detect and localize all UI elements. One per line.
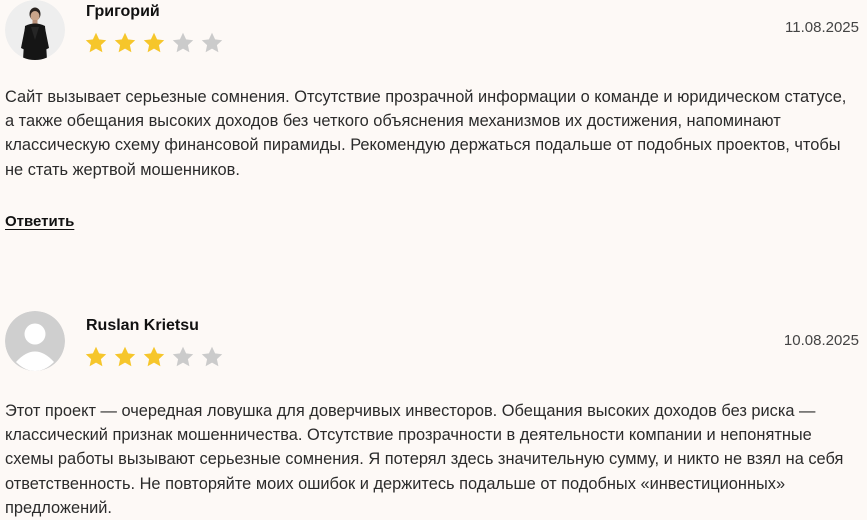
user-avatar <box>5 311 65 371</box>
default-user-icon <box>5 311 65 371</box>
review-date: 10.08.2025 <box>783 332 859 349</box>
rating-stars <box>84 345 224 369</box>
star-filled-icon <box>143 32 165 53</box>
star-filled-icon <box>114 346 136 367</box>
reply-link[interactable]: Ответить <box>5 213 74 230</box>
review-text: Этот проект — очередная ловушка для дове… <box>5 402 844 517</box>
star-filled-icon <box>114 32 136 53</box>
user-photo-icon <box>5 0 65 60</box>
star-filled-icon <box>143 346 165 367</box>
star-empty-icon <box>172 32 194 53</box>
review-text: Сайт вызывает серьезные сомнения. Отсутс… <box>5 88 847 179</box>
review-author: Григорий <box>86 3 160 20</box>
star-empty-icon <box>201 346 223 367</box>
star-empty-icon <box>201 32 223 53</box>
user-avatar <box>5 0 65 60</box>
review-date: 11.08.2025 <box>785 19 859 36</box>
star-empty-icon <box>172 346 194 367</box>
star-filled-icon <box>85 32 107 53</box>
review-item: Григорий 11.08.2025 Сайт вызывает серьез… <box>0 0 867 300</box>
star-filled-icon <box>85 346 107 367</box>
review-author: Ruslan Krietsu <box>86 317 199 334</box>
rating-stars <box>84 31 224 55</box>
review-item: Ruslan Krietsu 10.08.2025 Этот проект — … <box>0 310 867 517</box>
